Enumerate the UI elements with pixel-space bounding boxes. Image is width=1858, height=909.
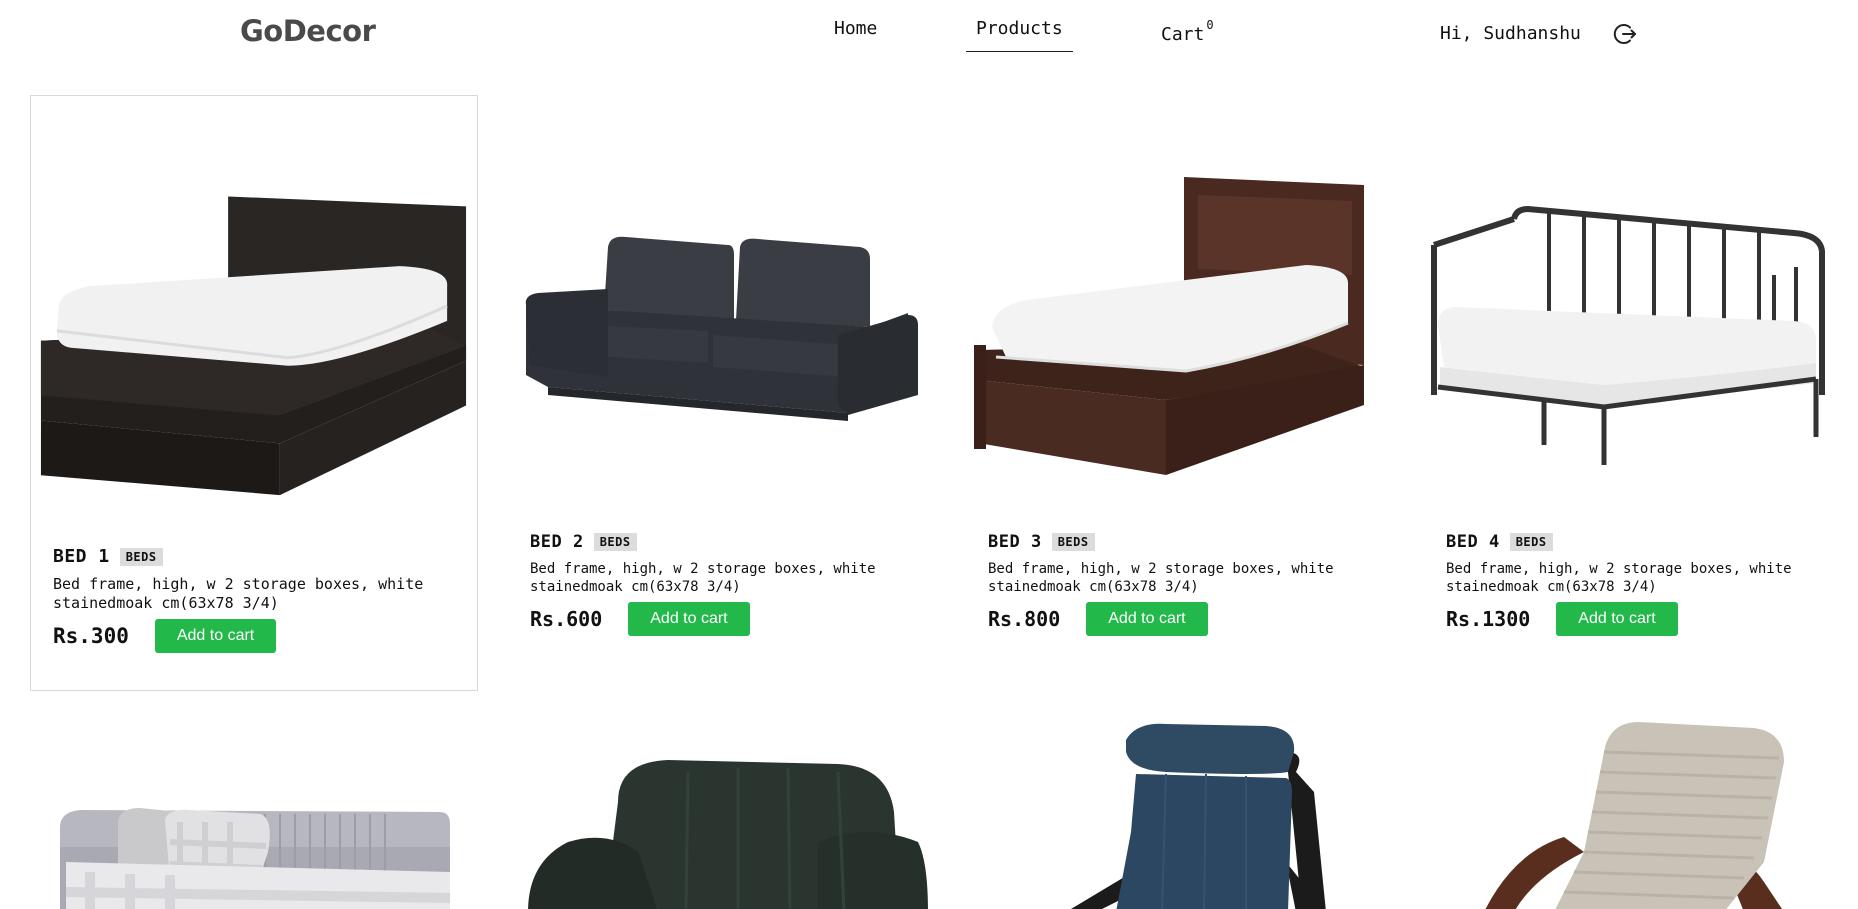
product-name: BED 1 xyxy=(53,546,110,567)
product-description: Bed frame, high, w 2 storage boxes, whit… xyxy=(53,575,424,612)
product-card[interactable]: BED 3 BEDS Bed frame, high, w 2 storage … xyxy=(966,95,1414,655)
nav-products-link[interactable]: Products xyxy=(966,18,1073,52)
product-price: Rs.800 xyxy=(988,607,1061,631)
product-name: BED 3 xyxy=(988,532,1042,552)
product-description: Bed frame, high, w 2 storage boxes, whit… xyxy=(530,561,876,595)
product-description: Bed frame, high, w 2 storage boxes, whit… xyxy=(1446,561,1792,595)
product-name: BED 4 xyxy=(1446,532,1500,552)
category-badge: BEDS xyxy=(1051,533,1095,551)
category-badge: BEDS xyxy=(1509,533,1553,551)
nav-cart-link[interactable]: Cart 0 xyxy=(1161,18,1214,45)
product-info: BED 1 BEDS Bed frame, high, w 2 storage … xyxy=(53,546,453,653)
user-greeting: Hi, Sudhanshu xyxy=(1440,23,1581,44)
product-price: Rs.1300 xyxy=(1446,607,1531,631)
product-name: BED 2 xyxy=(530,532,584,552)
add-to-cart-button[interactable]: Add to cart xyxy=(1086,602,1208,636)
add-to-cart-button[interactable]: Add to cart xyxy=(1556,602,1678,636)
product-card[interactable]: BED 4 BEDS Bed frame, high, w 2 storage … xyxy=(1424,95,1858,655)
product-image-lounge-chair-beige xyxy=(1485,722,1784,909)
product-price: Rs.600 xyxy=(530,607,603,631)
top-navbar: GoDecor Home Products Cart 0 Hi, Sudhansh… xyxy=(0,0,1858,70)
nav-home-link[interactable]: Home xyxy=(834,18,877,39)
product-image-lounge-chair-blue xyxy=(1071,723,1326,909)
cart-label: Cart xyxy=(1161,24,1205,45)
add-to-cart-button[interactable]: Add to cart xyxy=(628,602,750,636)
product-card[interactable] xyxy=(30,712,478,909)
product-card[interactable]: BED 2 BEDS Bed frame, high, w 2 storage … xyxy=(508,95,956,655)
product-card[interactable] xyxy=(1424,712,1858,909)
product-card[interactable]: BED 1 BEDS Bed frame, high, w 2 storage … xyxy=(30,95,478,691)
category-badge: BEDS xyxy=(593,533,637,551)
site-logo[interactable]: GoDecor xyxy=(240,14,376,48)
product-image-bed-3 xyxy=(974,177,1364,475)
product-info: BED 4 BEDS Bed frame, high, w 2 storage … xyxy=(1446,532,1846,636)
product-image-sofa xyxy=(525,236,918,421)
logout-icon[interactable] xyxy=(1613,21,1639,47)
cart-count-badge: 0 xyxy=(1206,18,1214,32)
product-card[interactable] xyxy=(966,712,1414,909)
product-card[interactable] xyxy=(508,712,956,909)
product-image-daybed xyxy=(1431,205,1825,465)
product-image-armchair xyxy=(528,760,928,909)
product-info: BED 2 BEDS Bed frame, high, w 2 storage … xyxy=(530,532,930,636)
add-to-cart-button[interactable]: Add to cart xyxy=(154,619,277,653)
product-image-daybed-grey xyxy=(60,808,451,909)
product-description: Bed frame, high, w 2 storage boxes, whit… xyxy=(988,561,1334,595)
category-badge: BEDS xyxy=(119,547,163,566)
product-price: Rs.300 xyxy=(53,624,129,648)
product-image-bed-1 xyxy=(40,196,467,496)
product-info: BED 3 BEDS Bed frame, high, w 2 storage … xyxy=(988,532,1388,636)
